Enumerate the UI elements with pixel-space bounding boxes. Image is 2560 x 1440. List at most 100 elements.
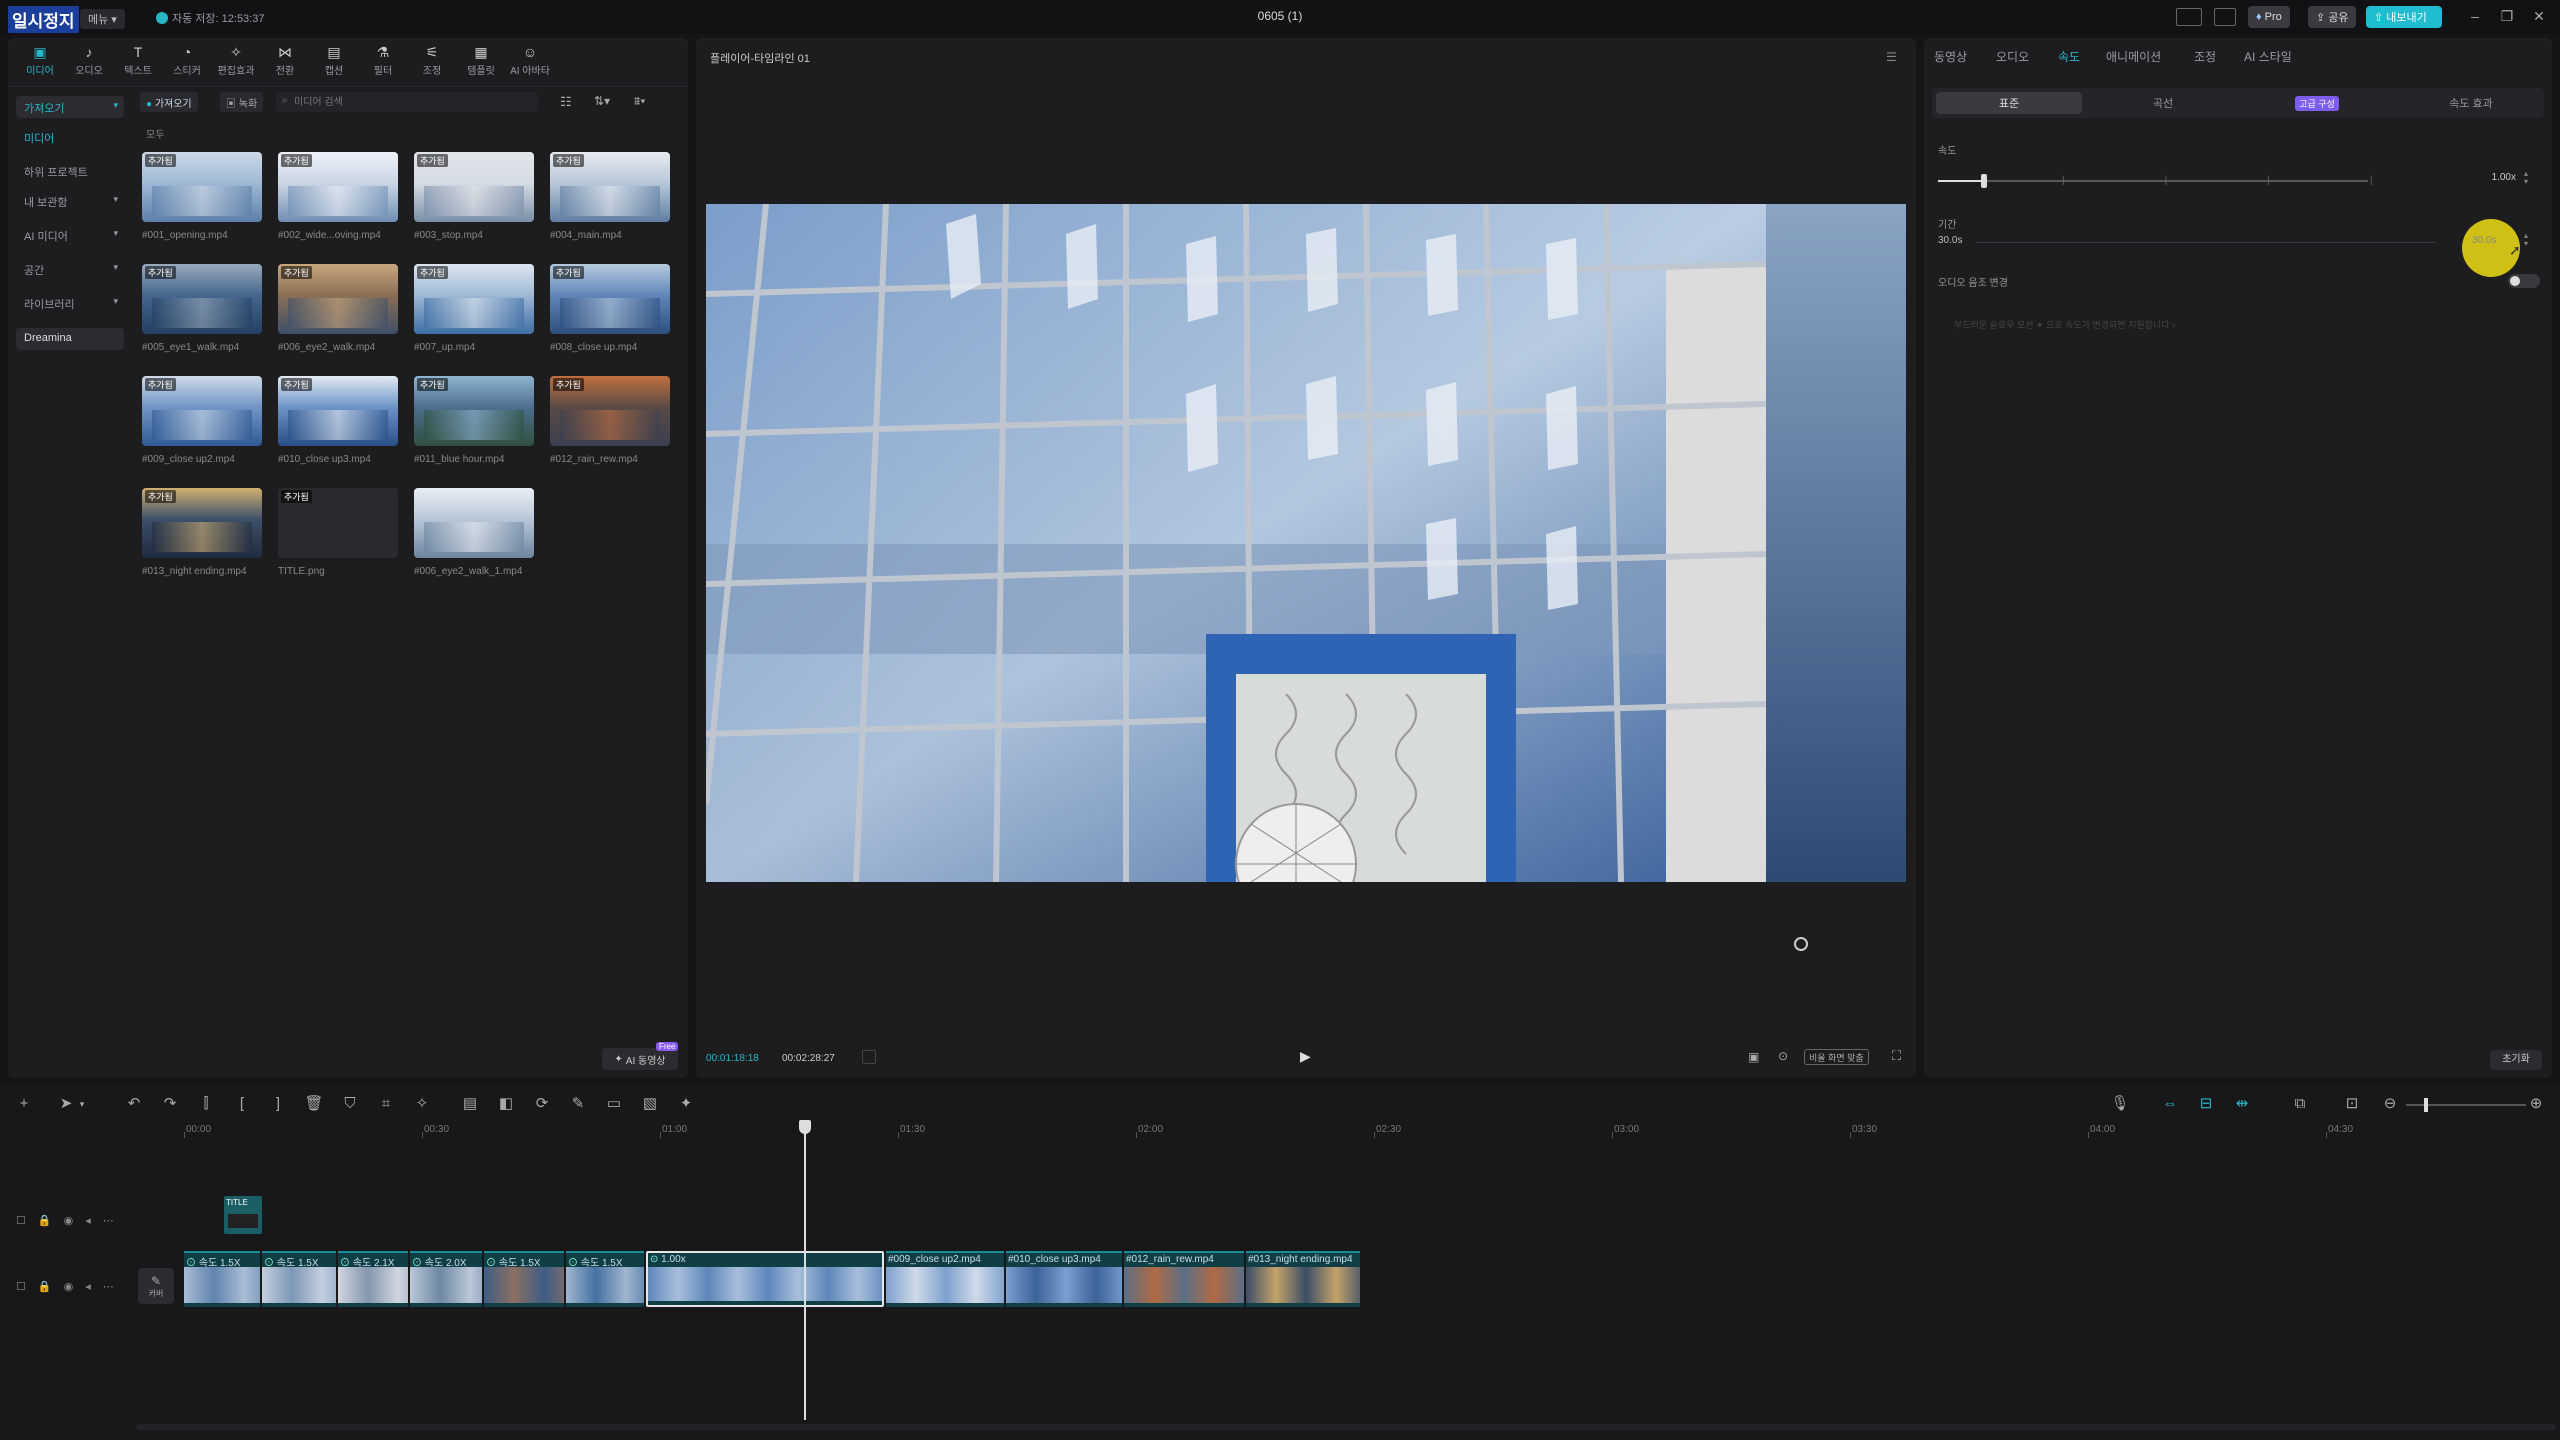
ai-video-button[interactable]: ✦ AI 동영상 (602, 1048, 678, 1070)
menu-button[interactable]: 메뉴 ▾ (80, 9, 125, 29)
sidebar-item-4[interactable]: AI 미디어 ▾ (16, 224, 124, 246)
title-clip[interactable]: TITLE (224, 1196, 262, 1234)
media-item[interactable]: 추가됨 #003_stop.mp4 (414, 152, 534, 252)
tool-media[interactable]: ▣ 미디어 (16, 42, 64, 78)
tool-effects[interactable]: ✧ 편집효과 (212, 42, 260, 78)
segment-3[interactable]: 속도 효과 (2398, 92, 2544, 114)
video-preview[interactable] (706, 204, 1906, 882)
tool-audio[interactable]: ♪ 오디오 (65, 42, 113, 78)
freeze-icon[interactable]: ▤ (460, 1094, 480, 1114)
timeline-clip[interactable]: ⊙ 속도 2.1X (338, 1251, 408, 1307)
timeline-clip[interactable]: #013_night ending.mp4 (1246, 1251, 1360, 1307)
media-item[interactable]: 추가됨 #007_up.mp4 (414, 264, 534, 364)
zoom-in-icon[interactable]: ⊕ (2526, 1094, 2546, 1114)
media-item[interactable]: 추가됨 #002_wide...oving.mp4 (278, 152, 398, 252)
lock-icon[interactable]: 🔒 (38, 1214, 52, 1227)
pitch-toggle[interactable] (2508, 274, 2540, 288)
delete-icon[interactable]: 🗑 (304, 1094, 324, 1114)
timeline-clip[interactable]: ⊙ 속도 2.0X (410, 1251, 482, 1307)
play-icon[interactable]: ▶ (1300, 1048, 1311, 1065)
zoom-out-icon[interactable]: ⊖ (2380, 1094, 2400, 1114)
close-icon[interactable]: ✕ (2528, 8, 2550, 26)
media-item[interactable]: 추가됨 #001_opening.mp4 (142, 152, 262, 252)
rotate-handle-icon[interactable] (1794, 937, 1808, 951)
grid-view-icon[interactable]: ☷ (560, 94, 572, 110)
tab-5[interactable]: AI 스타일 (2244, 48, 2292, 65)
timeline-clip[interactable]: #010_close up3.mp4 (1006, 1251, 1122, 1307)
media-item[interactable]: 추가됨 #005_eye1_walk.mp4 (142, 264, 262, 364)
timeline-clip[interactable]: ⊙ 속도 1.5X (184, 1251, 260, 1307)
media-item[interactable]: 추가됨 #004_main.mp4 (550, 152, 670, 252)
tool-avatar[interactable]: ☺ AI 아바타 (506, 42, 554, 78)
tab-4[interactable]: 조정 (2194, 48, 2216, 65)
tool-sticker[interactable]: ◔ 스티커 (163, 42, 211, 78)
timeline-scrollbar[interactable] (136, 1424, 2556, 1430)
sparkle-icon[interactable]: ✦ (676, 1094, 696, 1114)
fit-icon[interactable]: ⊡ (2342, 1094, 2362, 1114)
preview-axis-icon[interactable]: ⧉ (2290, 1094, 2310, 1114)
zoom-slider-handle[interactable] (2424, 1098, 2428, 1112)
fullscreen-icon[interactable]: ⛶ (1892, 1048, 1901, 1064)
media-item[interactable]: 추가됨 #013_night ending.mp4 (142, 488, 262, 588)
tool-template[interactable]: ▦ 템플릿 (457, 42, 505, 78)
speaker-icon[interactable]: ◂ (85, 1214, 91, 1227)
sidebar-item-5[interactable]: 공간 ▾ (16, 258, 124, 280)
duration-stepper-icon[interactable]: ▴ ▾ (2524, 232, 2528, 248)
eye-icon[interactable]: ◉ (64, 1214, 74, 1227)
maximize-icon[interactable]: ❐ (2496, 8, 2518, 26)
sort-icon[interactable]: ⇅▾ (594, 94, 610, 108)
sidebar-item-1[interactable]: 미디어 (16, 126, 124, 148)
export-button[interactable]: ⇧ 내보내기 (2366, 6, 2442, 28)
import-button[interactable]: ● 가져오기 (140, 92, 198, 112)
rotate-icon[interactable]: ⟳ (532, 1094, 552, 1114)
track-checkbox-icon[interactable]: ☐ (16, 1214, 26, 1227)
sidebar-item-0[interactable]: 가져오기 ▾ (16, 96, 124, 118)
media-item[interactable]: 추가됨 #008_close up.mp4 (550, 264, 670, 364)
sidebar-item-7[interactable]: Dreamina (16, 328, 124, 350)
speed-stepper-icon[interactable]: ▴ ▾ (2524, 170, 2528, 186)
eye-icon[interactable]: ◉ (64, 1280, 74, 1293)
tool-adjust[interactable]: ⚟ 조정 (408, 42, 456, 78)
safe-area-icon[interactable]: ▣ (1748, 1050, 1759, 1064)
media-item[interactable]: 추가됨 #006_eye2_walk.mp4 (278, 264, 398, 364)
media-item[interactable]: 추가됨 #011_blue hour.mp4 (414, 376, 534, 476)
more-icon[interactable]: ⋯ (103, 1280, 114, 1293)
reset-button[interactable]: 초기화 (2490, 1050, 2542, 1070)
marker-icon[interactable]: ⛉ (340, 1094, 360, 1114)
timeline-clip[interactable]: ⊙ 속도 1.5X (262, 1251, 336, 1307)
playhead-handle[interactable] (799, 1120, 811, 1134)
media-item[interactable]: 추가됨 #009_close up2.mp4 (142, 376, 262, 476)
more-icon[interactable]: ⋯ (103, 1214, 114, 1227)
record-button[interactable]: ▣ 녹화 (220, 92, 264, 112)
magnet-icon[interactable]: ⇹ (2232, 1094, 2252, 1114)
timeline-clip[interactable]: ⊙ 속도 1.5X (484, 1251, 564, 1307)
tool-transition[interactable]: ⋈ 전환 (261, 42, 309, 78)
sidebar-item-2[interactable]: 하위 프로젝트 (16, 160, 124, 182)
timeline-clip[interactable]: #009_close up2.mp4 (886, 1251, 1004, 1307)
pro-button[interactable]: ♦ Pro (2248, 6, 2290, 28)
crop-icon[interactable]: ⌗ (376, 1094, 396, 1114)
ai-tool-icon[interactable]: ✧ (412, 1094, 432, 1114)
lock-icon[interactable]: 🔒 (38, 1280, 52, 1293)
mirror-icon[interactable]: ◧ (496, 1094, 516, 1114)
split-right-icon[interactable]: ] (268, 1094, 288, 1114)
image-tool-icon[interactable]: ▧ (640, 1094, 660, 1114)
segment-1[interactable]: 곡선 (2090, 92, 2236, 114)
sidebar-item-3[interactable]: 내 보관함 ▾ (16, 190, 124, 212)
media-item[interactable]: 추가됨 #010_close up3.mp4 (278, 376, 398, 476)
media-item[interactable]: 추가됨 #012_rain_rew.mp4 (550, 376, 670, 476)
ratio-button[interactable]: 비율 화면 맞춤 (1804, 1049, 1869, 1065)
screen-icon[interactable] (2214, 8, 2236, 26)
tool-caption[interactable]: ▤ 캡션 (310, 42, 358, 78)
segment-2[interactable]: 고급 구성 (2244, 92, 2390, 114)
caption-tool-icon[interactable]: ▭ (604, 1094, 624, 1114)
share-button[interactable]: ⇪ 공유 (2308, 6, 2357, 28)
select-dropdown-icon[interactable]: ▾ (72, 1094, 92, 1114)
tab-3[interactable]: 애니메이션 (2106, 48, 2161, 65)
speaker-icon[interactable]: ◂ (85, 1280, 91, 1293)
tab-1[interactable]: 오디오 (1996, 48, 2029, 65)
media-search-input[interactable] (276, 92, 538, 112)
redo-icon[interactable]: ↷ (160, 1094, 180, 1114)
media-item[interactable]: 추가됨 TITLE.png (278, 488, 398, 588)
speed-value-input[interactable]: 1.00x (2466, 172, 2516, 190)
